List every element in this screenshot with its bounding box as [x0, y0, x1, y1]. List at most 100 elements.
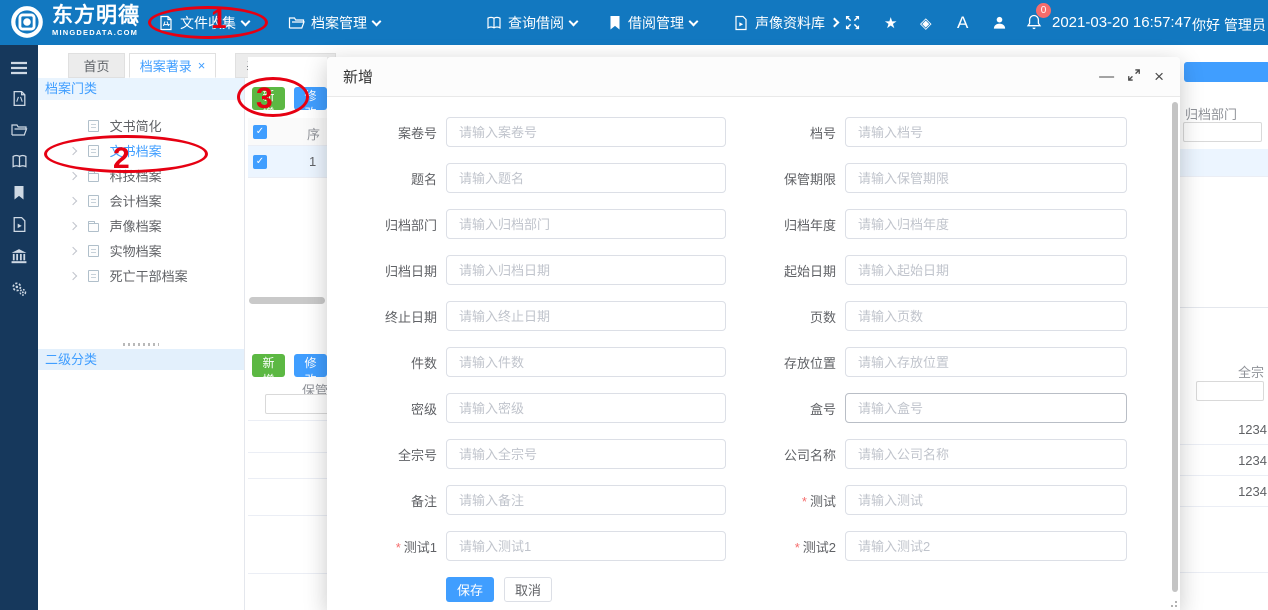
field-label: 件数	[341, 353, 437, 372]
cancel-button[interactable]: 取消	[504, 577, 552, 602]
edit-button[interactable]: 修改	[294, 87, 327, 120]
form-input[interactable]	[845, 347, 1127, 377]
field-label: * 测试	[726, 491, 836, 510]
field-label-text: 页数	[809, 309, 836, 325]
fullscreen-icon[interactable]	[845, 0, 860, 45]
bookmark-icon[interactable]	[12, 185, 26, 201]
document-icon	[160, 15, 172, 30]
field-label-text: 密级	[410, 401, 437, 417]
logo-icon	[11, 6, 43, 38]
table-row[interactable]: ✓ 1	[248, 146, 327, 178]
document-icon[interactable]	[11, 90, 28, 107]
user-icon[interactable]	[992, 0, 1007, 45]
form-input[interactable]	[845, 301, 1127, 331]
chevron-right-icon[interactable]	[68, 221, 78, 231]
tree-item[interactable]: 文书简化	[38, 114, 244, 139]
chevron-right-icon[interactable]	[68, 271, 78, 281]
tab-close-icon[interactable]: ×	[198, 58, 206, 73]
chevron-right-icon[interactable]	[68, 171, 78, 181]
menu-borrow-management[interactable]: 借阅管理	[608, 0, 699, 45]
form-input[interactable]	[446, 163, 726, 193]
maximize-icon[interactable]	[1127, 68, 1141, 85]
resize-handle[interactable]	[1169, 599, 1177, 607]
table-row[interactable]: 1234	[1180, 414, 1268, 445]
logo-text: 东方明德 MINGDEDATA.COM	[52, 4, 140, 38]
toolbar-button-fragment[interactable]	[1184, 62, 1268, 82]
category-tree: 文书简化 文书档案 科技档案 会计档案 声像档案 实物档案 死亡干部档案	[38, 114, 244, 289]
tree-item[interactable]: 会计档案	[38, 189, 244, 214]
chevron-right-icon[interactable]	[68, 196, 78, 206]
edit-button[interactable]: 修改	[294, 354, 327, 387]
form-input[interactable]	[446, 393, 726, 423]
field-label-text: 测试2	[802, 539, 836, 555]
form-input[interactable]	[845, 393, 1127, 423]
add-button[interactable]: 新增	[252, 354, 285, 387]
form-input[interactable]	[845, 531, 1127, 561]
field-label-text: 档号	[809, 125, 836, 141]
field-label: 全宗号	[341, 445, 437, 464]
form-input[interactable]	[446, 209, 726, 239]
tree-item[interactable]: 文书档案	[38, 139, 244, 164]
row-checkbox[interactable]: ✓	[253, 155, 267, 169]
bank-icon[interactable]	[10, 248, 28, 265]
table-rows: 1234 1234 1234	[1180, 414, 1268, 507]
font-size-icon[interactable]: A	[957, 0, 968, 45]
secondary-category-title: 二级分类	[38, 349, 244, 370]
menu-file-collection[interactable]: 文件收集	[158, 0, 251, 45]
vertical-scrollbar[interactable]	[1172, 102, 1178, 592]
chevron-down-icon	[568, 16, 579, 26]
form-input[interactable]	[845, 255, 1127, 285]
media-file-icon[interactable]	[11, 216, 28, 233]
form-input[interactable]	[845, 439, 1127, 469]
chevron-right-icon[interactable]	[68, 246, 78, 256]
menu-query-borrow[interactable]: 查询借阅	[486, 0, 579, 45]
menu-archive-management[interactable]: 档案管理	[288, 0, 382, 45]
form-input[interactable]	[446, 347, 726, 377]
form-input[interactable]	[845, 117, 1127, 147]
add-button[interactable]: 新增	[252, 87, 285, 120]
gem-icon[interactable]: ◈	[920, 0, 932, 45]
field-label-text: 保管期限	[783, 171, 836, 187]
form-input[interactable]	[446, 485, 726, 515]
hamburger-menu-icon[interactable]	[10, 61, 28, 75]
minimize-icon[interactable]: —	[1099, 69, 1114, 84]
form-input[interactable]	[446, 531, 726, 561]
column-filter-input[interactable]	[1196, 381, 1264, 401]
tab-label: 档案著录	[139, 59, 192, 74]
background-table-right-fragment: 归档部门 全宗 1234 1234 1234	[1180, 57, 1268, 610]
folder-open-icon[interactable]	[10, 122, 28, 138]
tree-item-label: 死亡干部档案	[109, 269, 188, 284]
table-row[interactable]: 1234	[1180, 476, 1268, 507]
select-all-checkbox[interactable]: ✓	[253, 125, 267, 139]
form-input[interactable]	[446, 439, 726, 469]
menu-label: 声像资料库	[755, 14, 825, 31]
seq-column-header: 序	[307, 127, 321, 142]
tab-home[interactable]: 首页	[68, 53, 125, 78]
tree-item[interactable]: 实物档案	[38, 239, 244, 264]
form-input[interactable]	[845, 163, 1127, 193]
dialog-header[interactable]: 新增 — ×	[327, 57, 1180, 97]
close-icon[interactable]: ×	[1154, 68, 1164, 85]
tree-item[interactable]: 声像档案	[38, 214, 244, 239]
column-filter-input[interactable]	[1183, 122, 1262, 142]
selected-table-row[interactable]	[1180, 149, 1268, 177]
form-input[interactable]	[845, 485, 1127, 515]
form-input[interactable]	[446, 255, 726, 285]
gears-icon[interactable]	[10, 280, 28, 297]
table-row[interactable]: 1234	[1180, 445, 1268, 476]
field-label-text: 件数	[410, 355, 437, 371]
tree-item[interactable]: 科技档案	[38, 164, 244, 189]
column-filter-input[interactable]	[265, 394, 327, 414]
chevron-right-icon[interactable]	[68, 146, 78, 156]
tree-item[interactable]: 死亡干部档案	[38, 264, 244, 289]
form-input[interactable]	[446, 117, 726, 147]
star-icon[interactable]: ★	[884, 0, 897, 45]
horizontal-scrollbar[interactable]	[249, 297, 325, 304]
panel-splitter[interactable]	[38, 341, 244, 347]
tab-archive-cataloging[interactable]: 档案著录 ×	[129, 53, 216, 78]
form-input[interactable]	[845, 209, 1127, 239]
menu-media-library[interactable]: 声像资料库	[733, 0, 840, 45]
save-button[interactable]: 保存	[446, 577, 494, 602]
form-input[interactable]	[446, 301, 726, 331]
book-icon[interactable]	[11, 153, 28, 170]
